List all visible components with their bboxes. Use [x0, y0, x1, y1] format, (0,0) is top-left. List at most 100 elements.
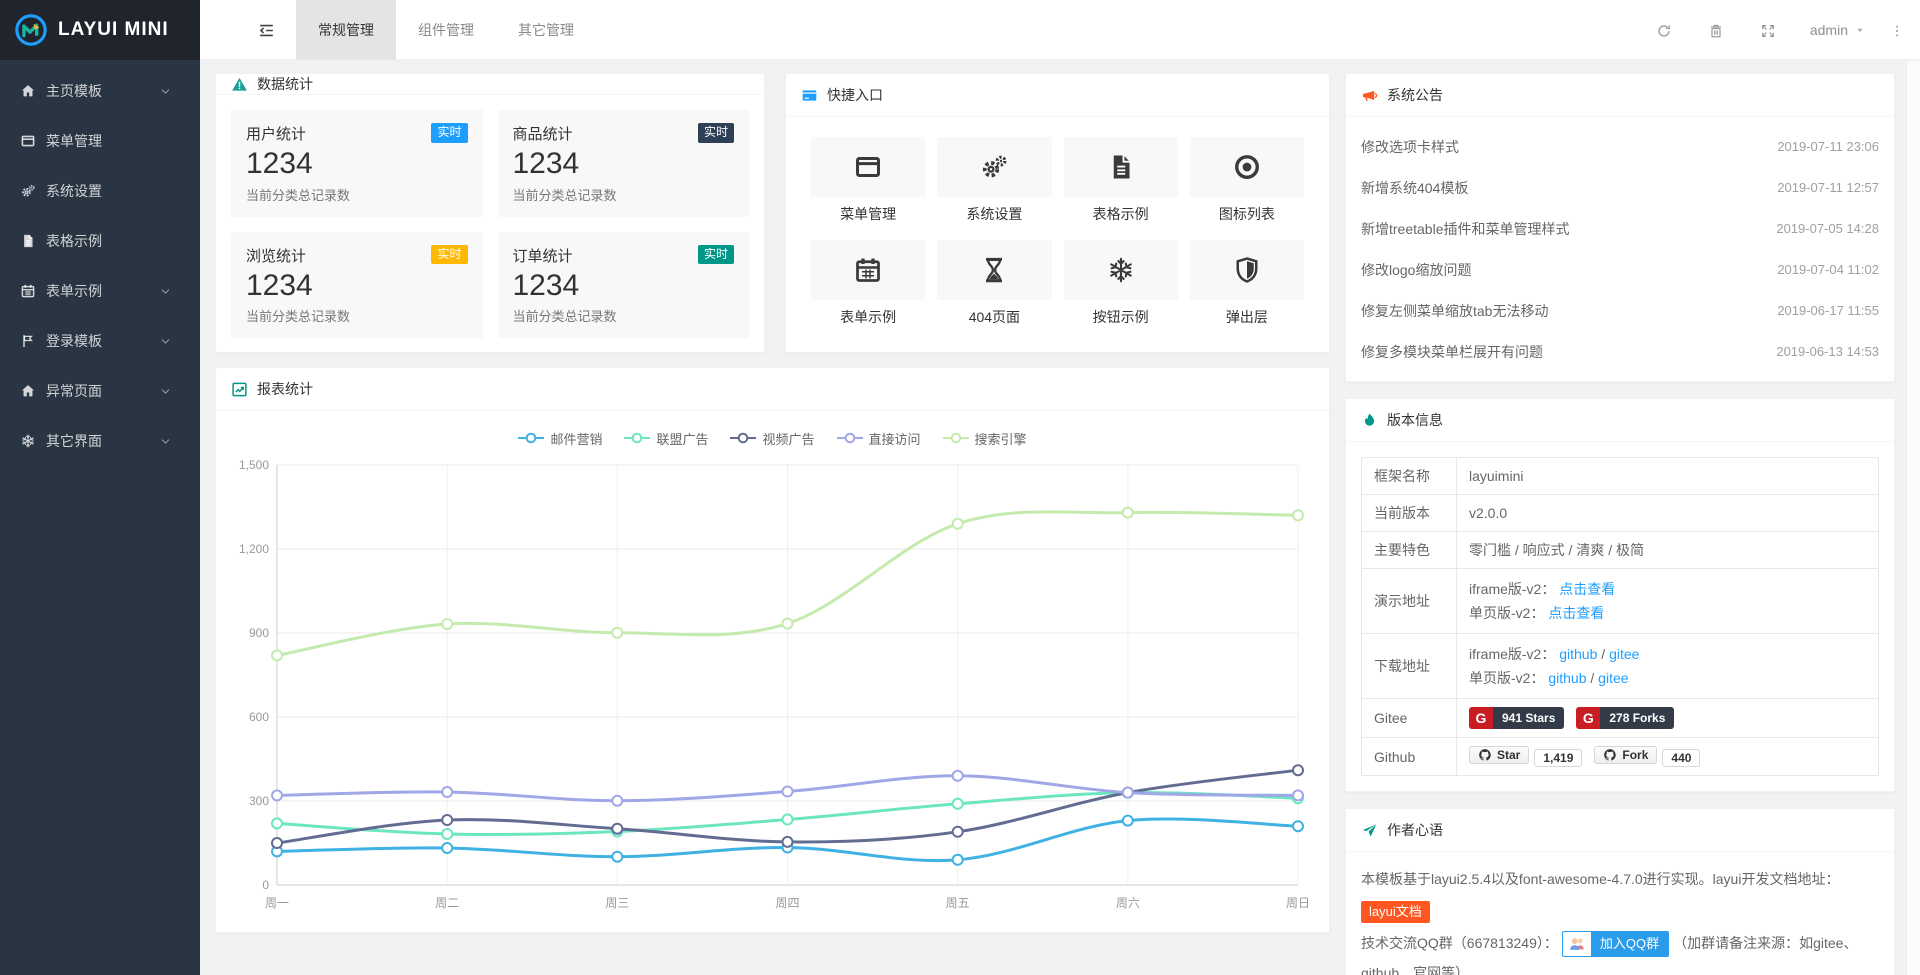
- author-text: 本模板基于layui2.5.4以及font-awesome-4.7.0进行实现。…: [1346, 852, 1894, 975]
- gitee-icon: G: [1576, 707, 1600, 729]
- svg-text:周日: 周日: [1286, 896, 1310, 910]
- more-menu-button[interactable]: [1890, 22, 1904, 38]
- quick-item-4[interactable]: 图标列表: [1190, 137, 1304, 224]
- fullscreen-button[interactable]: [1760, 22, 1776, 38]
- version-panel: 版本信息 框架名称layuimini当前版本v2.0.0主要特色零门槛 / 响应…: [1345, 398, 1895, 792]
- version-label: 演示地址: [1362, 569, 1457, 634]
- legend-item-4[interactable]: 直接访问: [837, 429, 921, 448]
- stat-title: 订单统计: [513, 245, 573, 266]
- quick-entry-panel: 快捷入口 菜单管理 系统设置 表格示例 图标列表 表单示例 404页面 按钮示例…: [785, 73, 1330, 353]
- version-row-6: Gitee G941 Stars G278 Forks: [1362, 699, 1879, 738]
- refresh-button[interactable]: [1656, 22, 1672, 38]
- stat-card-3: 浏览统计 实时 1234 当前分类总记录数: [231, 232, 483, 339]
- tab-1[interactable]: 常规管理: [296, 0, 396, 60]
- sidebar-item-3[interactable]: 系统设置: [0, 166, 200, 216]
- dot-circle-icon: [1232, 152, 1262, 182]
- header-actions: admin: [1620, 0, 1904, 60]
- report-panel: 报表统计 邮件营销 联盟广告 视频广告 直接访问 搜索引擎 0300600900…: [215, 367, 1330, 933]
- quick-item-2[interactable]: 系统设置: [937, 137, 1051, 224]
- chevron-down-icon: [159, 285, 172, 298]
- quick-item-label: 表格示例: [1064, 204, 1178, 224]
- announcement-text: 修复多模块菜单栏展开有问题: [1361, 342, 1543, 362]
- join-qq-button[interactable]: 加入QQ群: [1562, 931, 1669, 957]
- header: 常规管理组件管理其它管理 admin: [200, 0, 1920, 60]
- legend-item-5[interactable]: 搜索引擎: [943, 429, 1027, 448]
- sidebar-item-7[interactable]: 异常页面: [0, 366, 200, 416]
- sidebar-item-8[interactable]: 其它界面: [0, 416, 200, 466]
- legend-item-3[interactable]: 视频广告: [730, 429, 814, 448]
- tab-2[interactable]: 组件管理: [396, 0, 496, 60]
- announcement-item-6[interactable]: 修复多模块菜单栏展开有问题 2019-06-13 14:53: [1361, 331, 1879, 372]
- stat-value: 1234: [246, 267, 468, 305]
- sidebar-item-5[interactable]: 表单示例: [0, 266, 200, 316]
- sidebar-item-2[interactable]: 菜单管理: [0, 116, 200, 166]
- user-menu[interactable]: admin: [1810, 22, 1866, 38]
- quick-item-6[interactable]: 404页面: [937, 240, 1051, 327]
- legend-marker: [624, 432, 650, 444]
- calendar-icon: [853, 255, 883, 285]
- github-fork-button[interactable]: Fork: [1594, 746, 1657, 764]
- sidebar-item-label: 表格示例: [46, 231, 102, 251]
- main-content: 数据统计 用户统计 实时 1234 当前分类总记录数 商品统计 实时 1234 …: [200, 60, 1920, 975]
- chevron-down-icon: [159, 335, 172, 348]
- version-value: layuimini: [1469, 468, 1523, 484]
- sidebar-item-1[interactable]: 主页模板: [0, 66, 200, 116]
- link-github[interactable]: github: [1548, 670, 1586, 686]
- menu-fold-button[interactable]: [236, 0, 296, 60]
- file-icon: [20, 233, 36, 249]
- announcement-item-4[interactable]: 修改logo缩放问题 2019-07-04 11:02: [1361, 249, 1879, 290]
- version-value: 零门槛 / 响应式 / 清爽 / 极简: [1469, 542, 1644, 558]
- github-star-count[interactable]: 1,419: [1534, 749, 1582, 767]
- megaphone-icon: [1361, 87, 1378, 104]
- version-label: Gitee: [1362, 699, 1457, 738]
- stat-desc: 当前分类总记录数: [246, 306, 468, 325]
- sidebar-item-4[interactable]: 表格示例: [0, 216, 200, 266]
- sidebar-item-label: 表单示例: [46, 281, 102, 301]
- announcement-item-5[interactable]: 修复左侧菜单缩放tab无法移动 2019-06-17 11:55: [1361, 290, 1879, 331]
- sidebar-item-label: 异常页面: [46, 381, 102, 401]
- chevron-down-icon: [159, 85, 172, 98]
- quick-item-label: 弹出层: [1190, 307, 1304, 327]
- layui-doc-badge[interactable]: layui文档: [1361, 901, 1430, 923]
- link-github[interactable]: github: [1559, 646, 1597, 662]
- legend-item-1[interactable]: 邮件营销: [518, 429, 602, 448]
- home-icon: [20, 383, 36, 399]
- announcement-list: 修改选项卡样式 2019-07-11 23:06新增系统404模板 2019-0…: [1346, 117, 1894, 381]
- link-点击查看[interactable]: 点击查看: [1559, 581, 1615, 597]
- stat-value: 1234: [513, 145, 735, 183]
- announcement-item-2[interactable]: 新增系统404模板 2019-07-11 12:57: [1361, 167, 1879, 208]
- announcement-date: 2019-06-13 14:53: [1776, 344, 1879, 359]
- announcement-item-1[interactable]: 修改选项卡样式 2019-07-11 23:06: [1361, 126, 1879, 167]
- sidebar-item-label: 登录模板: [46, 331, 102, 351]
- github-star-button[interactable]: Star: [1469, 746, 1529, 764]
- legend-item-2[interactable]: 联盟广告: [624, 429, 708, 448]
- fire-icon: [1361, 412, 1378, 429]
- link-gitee[interactable]: gitee: [1598, 670, 1628, 686]
- github-fork-count[interactable]: 440: [1662, 749, 1700, 767]
- realtime-badge: 实时: [431, 123, 467, 143]
- version-label: 主要特色: [1362, 532, 1457, 569]
- link-点击查看[interactable]: 点击查看: [1548, 605, 1604, 621]
- gitee-badge[interactable]: G278 Forks: [1576, 707, 1674, 729]
- link-gitee[interactable]: gitee: [1609, 646, 1639, 662]
- version-row-4: 演示地址iframe版-v2： 点击查看单页版-v2： 点击查看: [1362, 569, 1879, 634]
- sidebar-item-6[interactable]: 登录模板: [0, 316, 200, 366]
- clear-cache-button[interactable]: [1708, 22, 1724, 38]
- chevron-down-icon: [159, 435, 172, 448]
- quick-item-1[interactable]: 菜单管理: [811, 137, 925, 224]
- quick-item-3[interactable]: 表格示例: [1064, 137, 1178, 224]
- tab-3[interactable]: 其它管理: [496, 0, 596, 60]
- chart-icon: [231, 381, 248, 398]
- chart-area: 03006009001,2001,500周一周二周三周四周五周六周日: [216, 451, 1329, 932]
- sidebar-item-label: 菜单管理: [46, 131, 102, 151]
- gitee-badge[interactable]: G941 Stars: [1469, 707, 1564, 729]
- quick-item-8[interactable]: 弹出层: [1190, 240, 1304, 327]
- announcement-item-3[interactable]: 新增treetable插件和菜单管理样式 2019-07-05 14:28: [1361, 208, 1879, 249]
- logo[interactable]: LAYUI MINI: [0, 0, 200, 60]
- scrollbar-track[interactable]: [1906, 61, 1920, 975]
- sidebar-menu: 主页模板菜单管理系统设置表格示例表单示例登录模板异常页面其它界面: [0, 60, 200, 466]
- quick-item-7[interactable]: 按钮示例: [1064, 240, 1178, 327]
- quick-item-5[interactable]: 表单示例: [811, 240, 925, 327]
- alert-icon: [231, 76, 248, 93]
- author-line1: 本模板基于layui2.5.4以及font-awesome-4.7.0进行实现。…: [1361, 871, 1839, 887]
